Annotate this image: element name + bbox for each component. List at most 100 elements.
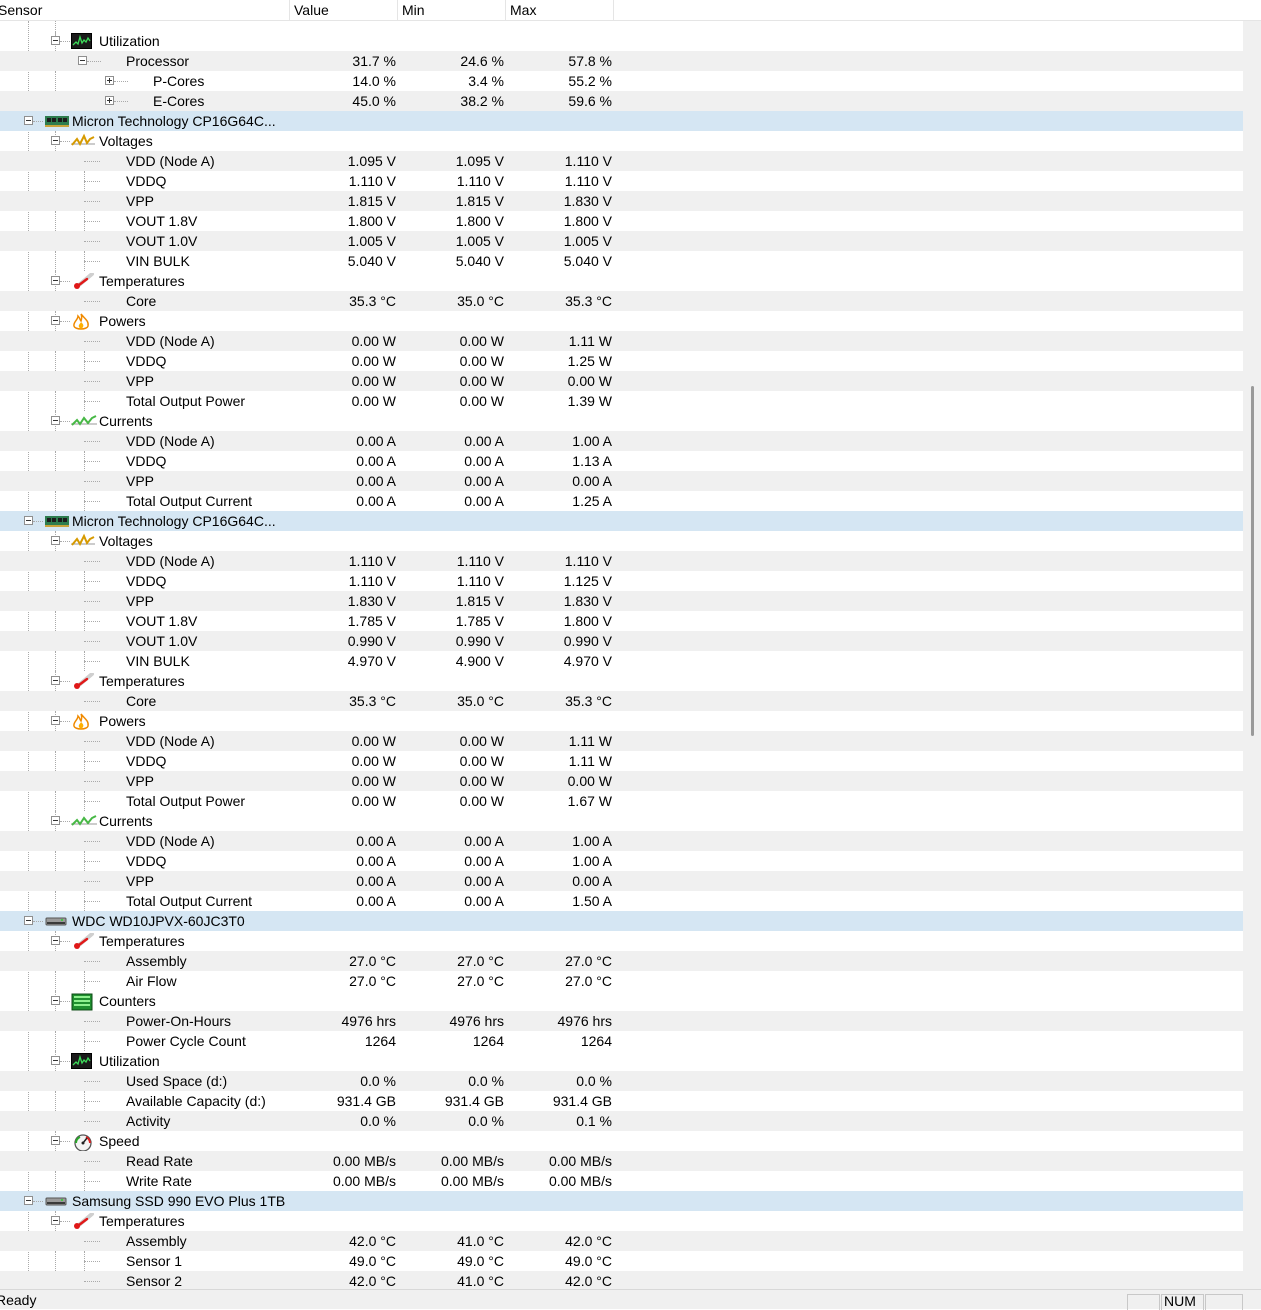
sensor-row[interactable]: Sensor 1 49.0 °C 49.0 °C 49.0 °C [0, 1251, 1243, 1271]
collapse-toggle[interactable] [51, 716, 60, 725]
column-header-max[interactable]: Max [506, 0, 614, 20]
collapse-toggle[interactable] [51, 316, 60, 325]
sensor-row[interactable]: Assembly 42.0 °C 41.0 °C 42.0 °C [0, 1231, 1243, 1251]
device-row[interactable]: Micron Technology CP16G64C... [0, 511, 1243, 531]
sensor-group-name: Voltages [99, 133, 153, 149]
sensor-group-row[interactable]: Temperatures [0, 671, 1243, 691]
collapse-toggle[interactable] [24, 916, 33, 925]
collapse-toggle[interactable] [51, 1216, 60, 1225]
sensor-row[interactable]: VDD (Node A) 0.00 W 0.00 W 1.11 W [0, 731, 1243, 751]
sensor-row[interactable]: VOUT 1.0V 1.005 V 1.005 V 1.005 V [0, 231, 1243, 251]
collapse-toggle[interactable] [51, 536, 60, 545]
sensor-row[interactable]: VPP 0.00 A 0.00 A 0.00 A [0, 471, 1243, 491]
sensor-row[interactable]: VOUT 1.0V 0.990 V 0.990 V 0.990 V [0, 631, 1243, 651]
sensor-row[interactable]: VDDQ 0.00 W 0.00 W 1.25 W [0, 351, 1243, 371]
expand-toggle[interactable] [105, 96, 114, 105]
sensor-name: VPP [126, 473, 155, 489]
sensor-max: 1.11 W [568, 753, 612, 769]
sensor-row[interactable]: VPP 0.00 A 0.00 A 0.00 A [0, 871, 1243, 891]
sensor-value: 1.110 V [348, 173, 396, 189]
sensor-tree[interactable]: Utilization Processor 31.7 % 24.6 % 57.8 % P-… [0, 21, 1243, 1289]
sensor-value: 0.00 A [356, 853, 396, 869]
sensor-row[interactable]: VDDQ 0.00 A 0.00 A 1.00 A [0, 851, 1243, 871]
sensor-group-row[interactable]: Voltages [0, 131, 1243, 151]
sensor-row[interactable]: Processor 31.7 % 24.6 % 57.8 % [0, 51, 1243, 71]
sensor-row[interactable]: VDDQ 1.110 V 1.110 V 1.110 V [0, 171, 1243, 191]
sensor-row[interactable]: Total Output Current 0.00 A 0.00 A 1.25 A [0, 491, 1243, 511]
sensor-row[interactable]: VDDQ 0.00 W 0.00 W 1.11 W [0, 751, 1243, 771]
sensor-name: Total Output Current [126, 493, 253, 509]
sensor-row[interactable]: Read Rate 0.00 MB/s 0.00 MB/s 0.00 MB/s [0, 1151, 1243, 1171]
sensor-value: 1.110 V [348, 573, 396, 589]
sensor-group-row[interactable]: Utilization [0, 31, 1243, 51]
sensor-group-row[interactable]: Currents [0, 411, 1243, 431]
sensor-row[interactable]: Total Output Current 0.00 A 0.00 A 1.50 A [0, 891, 1243, 911]
sensor-group-row[interactable]: Powers [0, 711, 1243, 731]
sensor-row[interactable]: VDD (Node A) 0.00 A 0.00 A 1.00 A [0, 831, 1243, 851]
sensor-group-row[interactable]: Voltages [0, 531, 1243, 551]
sensor-group-row[interactable]: Temperatures [0, 271, 1243, 291]
sensor-row[interactable]: Core 35.3 °C 35.0 °C 35.3 °C [0, 291, 1243, 311]
sensor-row[interactable]: Air Flow 27.0 °C 27.0 °C 27.0 °C [0, 971, 1243, 991]
sensor-max: 1.110 V [564, 153, 612, 169]
sensor-group-row[interactable]: Counters [0, 991, 1243, 1011]
sensor-group-row[interactable]: Utilization [0, 1051, 1243, 1071]
sensor-row[interactable]: Write Rate 0.00 MB/s 0.00 MB/s 0.00 MB/s [0, 1171, 1243, 1191]
collapse-toggle[interactable] [24, 116, 33, 125]
sensor-row[interactable]: Core 35.3 °C 35.0 °C 35.3 °C [0, 691, 1243, 711]
collapse-toggle[interactable] [51, 136, 60, 145]
sensor-row[interactable]: VDD (Node A) 0.00 A 0.00 A 1.00 A [0, 431, 1243, 451]
sensor-row[interactable]: Total Output Power 0.00 W 0.00 W 1.67 W [0, 791, 1243, 811]
sensor-group-row[interactable]: Temperatures [0, 1211, 1243, 1231]
sensor-row[interactable]: P-Cores 14.0 % 3.4 % 55.2 % [0, 71, 1243, 91]
collapse-toggle[interactable] [51, 676, 60, 685]
sensor-row[interactable]: VPP 1.830 V 1.815 V 1.830 V [0, 591, 1243, 611]
sensor-row[interactable]: VDD (Node A) 1.110 V 1.110 V 1.110 V [0, 551, 1243, 571]
collapse-toggle[interactable] [51, 816, 60, 825]
sensor-row[interactable]: Total Output Power 0.00 W 0.00 W 1.39 W [0, 391, 1243, 411]
sensor-row[interactable]: VDDQ 1.110 V 1.110 V 1.125 V [0, 571, 1243, 591]
sensor-row[interactable]: VDD (Node A) 1.095 V 1.095 V 1.110 V [0, 151, 1243, 171]
sensor-row[interactable]: Power Cycle Count 1264 1264 1264 [0, 1031, 1243, 1051]
sensor-name: Write Rate [126, 1173, 192, 1189]
sensor-group-row[interactable]: Currents [0, 811, 1243, 831]
collapse-toggle[interactable] [51, 996, 60, 1005]
sensor-row[interactable]: Power-On-Hours 4976 hrs 4976 hrs 4976 hrs [0, 1011, 1243, 1031]
column-header-value[interactable]: Value [290, 0, 398, 20]
sensor-group-row[interactable]: Speed [0, 1131, 1243, 1152]
sensor-row[interactable]: VPP 0.00 W 0.00 W 0.00 W [0, 771, 1243, 791]
sensor-row[interactable]: VOUT 1.8V 1.785 V 1.785 V 1.800 V [0, 611, 1243, 631]
sensor-row[interactable]: VOUT 1.8V 1.800 V 1.800 V 1.800 V [0, 211, 1243, 231]
device-row[interactable]: WDC WD10JPVX-60JC3T0 [0, 911, 1243, 931]
sensor-row[interactable]: Sensor 2 42.0 °C 41.0 °C 42.0 °C [0, 1271, 1243, 1289]
collapse-toggle[interactable] [51, 36, 60, 45]
sensor-row[interactable]: VDDQ 0.00 A 0.00 A 1.13 A [0, 451, 1243, 471]
collapse-toggle[interactable] [78, 56, 87, 65]
sensor-row[interactable]: E-Cores 45.0 % 38.2 % 59.6 % [0, 91, 1243, 111]
column-header-min[interactable]: Min [398, 0, 506, 20]
sensor-row[interactable]: Assembly 27.0 °C 27.0 °C 27.0 °C [0, 951, 1243, 971]
sensor-row[interactable]: VPP 1.815 V 1.815 V 1.830 V [0, 191, 1243, 211]
sensor-row[interactable]: VIN BULK 4.970 V 4.900 V 4.970 V [0, 651, 1243, 671]
collapse-toggle[interactable] [51, 936, 60, 945]
collapse-toggle[interactable] [51, 276, 60, 285]
sensor-row[interactable]: Available Capacity (d:) 931.4 GB 931.4 GB 9… [0, 1091, 1243, 1111]
collapse-toggle[interactable] [51, 416, 60, 425]
sensor-row[interactable]: Used Space (d:) 0.0 % 0.0 % 0.0 % [0, 1071, 1243, 1091]
sensor-row[interactable]: VPP 0.00 W 0.00 W 0.00 W [0, 371, 1243, 391]
sensor-group-row[interactable]: Powers [0, 311, 1243, 331]
expand-toggle[interactable] [105, 76, 114, 85]
sensor-value: 1.095 V [347, 153, 396, 169]
sensor-row[interactable]: VDD (Node A) 0.00 W 0.00 W 1.11 W [0, 331, 1243, 351]
sensor-group-row[interactable]: Temperatures [0, 931, 1243, 951]
collapse-toggle[interactable] [51, 1136, 60, 1145]
device-row[interactable]: Samsung SSD 990 EVO Plus 1TB [0, 1191, 1243, 1211]
collapse-toggle[interactable] [24, 1196, 33, 1205]
vertical-scrollbar-thumb[interactable] [1251, 386, 1254, 736]
collapse-toggle[interactable] [24, 516, 33, 525]
collapse-toggle[interactable] [51, 1056, 60, 1065]
device-row[interactable]: Micron Technology CP16G64C... [0, 111, 1243, 131]
sensor-row[interactable]: Activity 0.0 % 0.0 % 0.1 % [0, 1111, 1243, 1131]
column-header-sensor[interactable]: Sensor [0, 0, 290, 20]
sensor-row[interactable]: VIN BULK 5.040 V 5.040 V 5.040 V [0, 251, 1243, 271]
